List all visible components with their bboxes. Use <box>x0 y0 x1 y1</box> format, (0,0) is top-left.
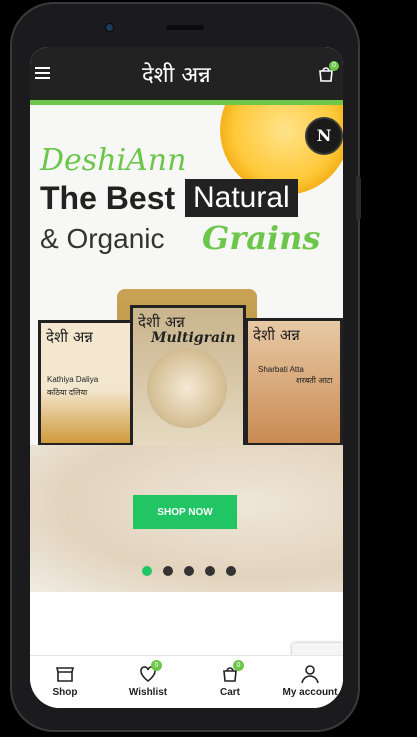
hero-headline-part2: Natural <box>185 179 298 217</box>
pack-subname: शरबती आटा <box>296 376 333 385</box>
pack-logo-text: देशी अन्न <box>138 313 185 331</box>
slider-dot-5[interactable] <box>226 566 236 576</box>
nav-my-account[interactable]: My account <box>280 656 340 708</box>
nav-cart[interactable]: 0 Cart <box>205 656 255 708</box>
slider-dot-3[interactable] <box>184 566 194 576</box>
phone-speaker <box>166 25 204 30</box>
product-pack-multigrain: देशी अन्न Multigrain <box>130 305 246 456</box>
hero-headline-part1: The Best <box>40 180 176 216</box>
pack-logo-text: देशी अन्न <box>46 328 93 346</box>
nav-shop-label: Shop <box>52 687 78 698</box>
header-cart-button[interactable]: 0 <box>317 61 339 83</box>
pack-name: Sharbati Atta <box>258 365 304 374</box>
site-logo[interactable]: देशी अन्न <box>142 59 211 89</box>
nav-cart-label: Cart <box>219 687 240 698</box>
slider-dots <box>142 563 247 581</box>
hero-headline-part4: Grains <box>202 219 321 257</box>
phone-side-button <box>356 176 361 220</box>
slider-dot-1[interactable] <box>142 566 152 576</box>
app-screen: देशी अन्न 0 N DeshiAnn The Best Natural … <box>30 47 343 708</box>
hero-slider[interactable]: N DeshiAnn The Best Natural & Organic Gr… <box>30 105 343 592</box>
nav-my-account-label: My account <box>282 687 338 698</box>
wishlist-count-badge: 0 <box>151 660 162 671</box>
cart-count-badge: 0 <box>329 61 339 71</box>
nav-wishlist[interactable]: 0 Wishlist <box>118 656 178 708</box>
front-camera <box>106 24 113 31</box>
pack-subname: कठिया दलिया <box>47 388 88 397</box>
menu-icon[interactable] <box>35 67 50 79</box>
pack-name: Multigrain <box>151 330 236 346</box>
product-pack-sharbati-atta: देशी अन्न Sharbati Atta शरबती आटा <box>245 318 343 446</box>
user-icon <box>301 665 319 684</box>
cart-count-badge: 0 <box>233 660 244 671</box>
product-pack-kathiya-daliya: देशी अन्न Kathiya Daliya कठिया दलिया <box>38 320 134 446</box>
nav-wishlist-label: Wishlist <box>128 687 168 698</box>
bottom-navigation: Shop 0 Wishlist 0 Cart My account <box>30 655 343 708</box>
hero-brand: DeshiAnn <box>40 143 187 178</box>
shop-now-button[interactable]: SHOP NOW <box>133 495 237 529</box>
grain-bowl-image <box>147 348 227 428</box>
app-header: देशी अन्न 0 <box>30 47 343 100</box>
nav-shop[interactable]: Shop <box>40 656 90 708</box>
hero-headline-part3: & Organic <box>40 223 165 254</box>
n-badge-logo: N <box>305 117 343 155</box>
pack-logo-text: देशी अन्न <box>253 326 300 344</box>
pack-name: Kathiya Daliya <box>47 375 99 384</box>
slider-dot-4[interactable] <box>205 566 215 576</box>
shop-icon <box>55 667 75 682</box>
slider-dot-2[interactable] <box>163 566 173 576</box>
